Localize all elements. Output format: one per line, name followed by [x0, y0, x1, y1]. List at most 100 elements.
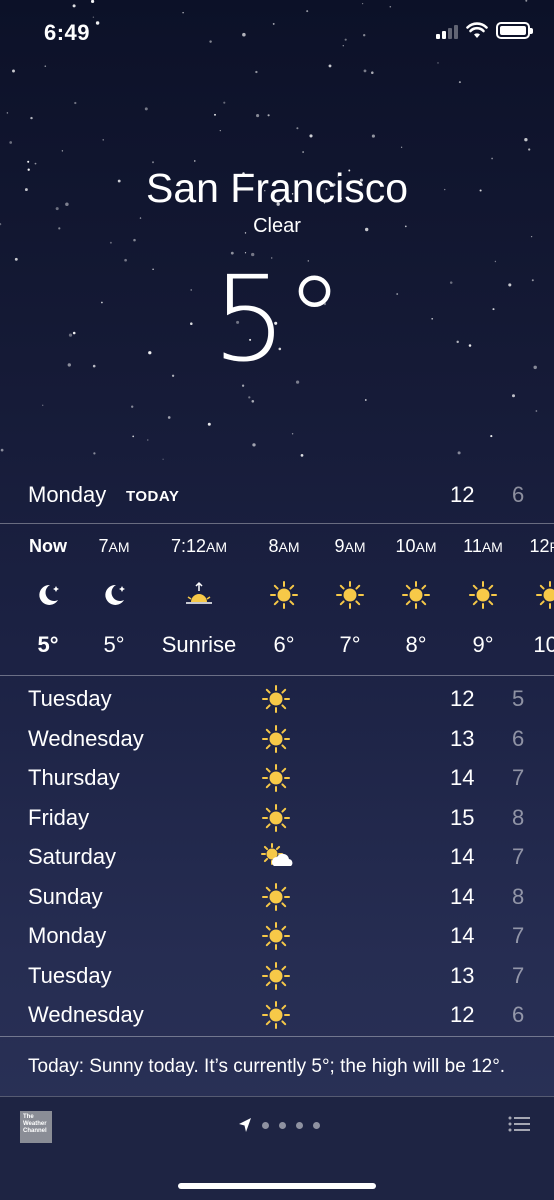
- star: [214, 113, 216, 116]
- star: [147, 439, 149, 441]
- day-high: 14: [450, 844, 475, 869]
- star: [267, 114, 270, 117]
- hourly-temp: 5°: [103, 632, 125, 657]
- status-icons: [436, 22, 533, 39]
- day-high: 14: [450, 765, 475, 790]
- star: [328, 64, 332, 68]
- hourly-forecast-scroller[interactable]: Now 5° 7AM 5° 7:12AM Sunrise 8AM 6° 9AM 7° 10AM 8° 1…: [0, 524, 554, 674]
- daily-row: Monday 14 7: [0, 917, 554, 956]
- day-low: 6: [512, 1002, 525, 1027]
- current-condition: Clear: [253, 215, 301, 237]
- wifi-icon: [466, 22, 488, 38]
- location-arrow-icon: [239, 1118, 251, 1132]
- day-high: 13: [450, 725, 475, 751]
- star: [248, 396, 251, 399]
- star: [300, 454, 304, 457]
- weather-channel-logo[interactable]: The Weather Channel: [20, 1111, 52, 1143]
- day-name: Friday: [28, 804, 90, 830]
- star: [251, 400, 255, 403]
- star: [152, 161, 154, 164]
- star: [371, 134, 375, 138]
- hourly-temp: 9°: [472, 632, 494, 657]
- star: [400, 146, 403, 148]
- home-indicator[interactable]: [178, 1183, 376, 1189]
- status-bar: 6:49: [0, 0, 554, 64]
- star: [490, 435, 493, 438]
- star: [167, 416, 171, 419]
- day-name: Tuesday: [28, 686, 112, 711]
- star: [102, 139, 104, 141]
- star: [457, 451, 461, 455]
- sun-icon: [401, 580, 431, 610]
- sun-icon: [261, 882, 291, 912]
- sun-icon: [261, 961, 291, 991]
- day-low: 7: [512, 844, 525, 869]
- hourly-time: 7:12AM: [170, 536, 228, 556]
- star: [252, 443, 256, 447]
- daily-row: Tuesday 12 5: [0, 680, 554, 719]
- sunrise-icon: [184, 580, 214, 610]
- star: [44, 65, 47, 67]
- forecast-summary: Today: Sunny today. It’s currently 5°; t…: [28, 1056, 506, 1077]
- hourly-temp: 7°: [339, 632, 361, 657]
- star: [144, 107, 148, 111]
- partly-cloudy-icon: [261, 842, 293, 872]
- today-day-name: Monday: [28, 482, 107, 507]
- hourly-temp: 10°: [533, 632, 554, 657]
- star: [0, 448, 4, 452]
- hourly-time: 12PM: [529, 536, 554, 556]
- day-high: 14: [450, 883, 475, 909]
- daily-row: Thursday 14 7: [0, 759, 554, 798]
- star: [93, 452, 96, 455]
- hourly-temp: 8°: [405, 632, 427, 657]
- page-indicator[interactable]: [238, 1117, 320, 1133]
- day-low: 6: [512, 725, 525, 751]
- hourly-time: 10AM: [395, 536, 437, 556]
- star: [61, 150, 64, 152]
- star: [256, 114, 260, 118]
- star: [512, 394, 515, 398]
- day-low: 8: [512, 804, 525, 830]
- day-low: 5: [512, 686, 525, 711]
- star: [364, 399, 367, 401]
- daily-row: Wednesday 12 6: [0, 996, 554, 1035]
- star: [194, 160, 196, 162]
- sun-icon: [261, 724, 291, 754]
- day-low: 7: [512, 765, 525, 790]
- today-tag: TODAY: [126, 488, 180, 505]
- star: [131, 405, 134, 408]
- star: [133, 238, 136, 242]
- day-low: 8: [512, 883, 525, 909]
- sun-icon: [261, 921, 291, 951]
- city-list-icon[interactable]: [508, 1115, 530, 1133]
- star: [109, 241, 112, 244]
- star: [223, 101, 226, 104]
- day-name: Sunday: [28, 883, 103, 909]
- hourly-time: 11AM: [463, 536, 503, 556]
- star: [255, 70, 258, 74]
- star: [371, 71, 374, 74]
- day-name: Monday: [28, 923, 107, 948]
- hourly-temp: 6°: [273, 632, 295, 657]
- daily-row: Wednesday 13 6: [0, 720, 554, 759]
- star: [309, 134, 313, 138]
- daily-row: Tuesday 13 7: [0, 957, 554, 996]
- day-name: Saturday: [28, 844, 117, 869]
- sun-icon: [261, 684, 291, 714]
- star: [162, 458, 164, 460]
- daily-row: Saturday 14 7: [0, 838, 554, 877]
- battery-icon: [496, 22, 533, 39]
- day-name: Thursday: [28, 765, 120, 790]
- star: [30, 116, 33, 120]
- moon-icon: [99, 580, 129, 610]
- star: [491, 157, 493, 160]
- star: [132, 435, 135, 438]
- hourly-time: 8AM: [268, 536, 300, 556]
- divider-hourly: [0, 675, 554, 676]
- day-low: 7: [512, 923, 525, 948]
- hourly-time: 9AM: [334, 536, 366, 556]
- today-summary-row: Monday TODAY 12 6: [0, 476, 554, 516]
- star: [6, 112, 9, 114]
- day-name: Wednesday: [28, 1002, 144, 1027]
- sun-icon: [261, 763, 291, 793]
